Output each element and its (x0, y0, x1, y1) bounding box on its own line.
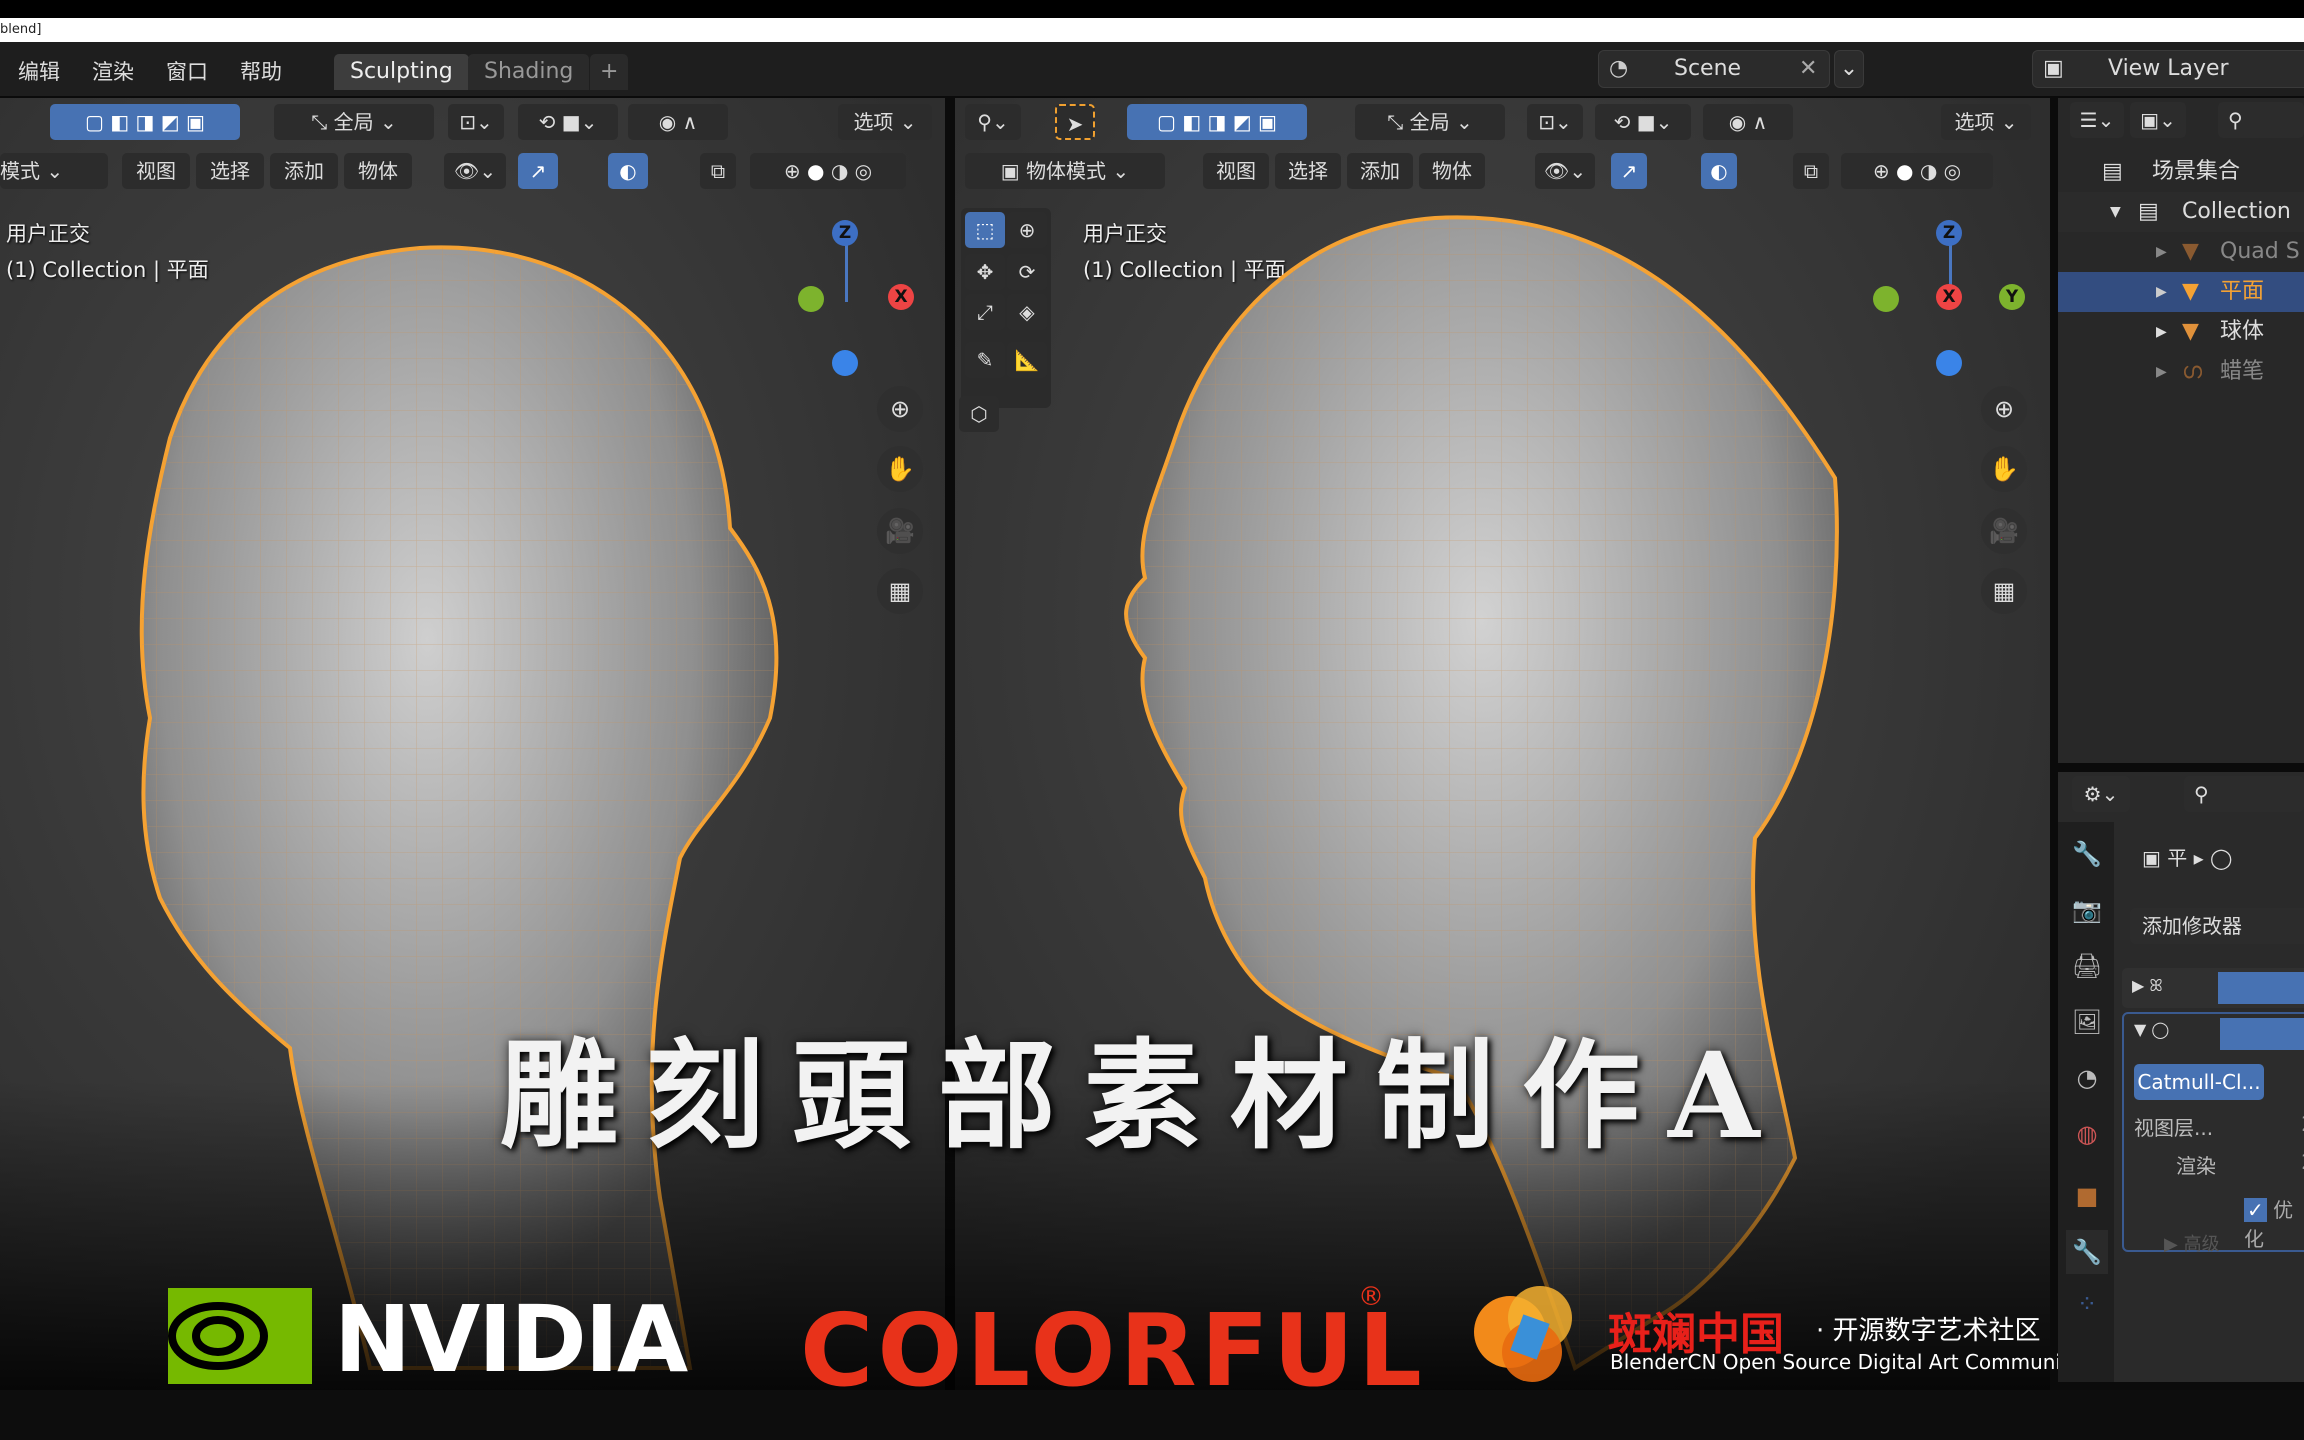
scene-tab-icon[interactable]: ◔ (2066, 1056, 2108, 1100)
outliner-search[interactable]: ⚲ (2218, 102, 2304, 138)
render-tab-icon[interactable]: 📷 (2066, 888, 2108, 932)
blendercn-tagline: · 开源数字艺术社区 (1816, 1316, 2041, 1346)
expand-arrow-icon: ▶ (2156, 364, 2167, 380)
add-workspace-button[interactable]: + (590, 54, 629, 90)
grease-pencil-icon: ഗ (2182, 359, 2203, 384)
scene-selector[interactable]: ◔ Scene ✕ (1598, 50, 1830, 88)
output-tab-icon[interactable]: 🖨 (2066, 944, 2108, 988)
expand-arrow-icon: ▶ (2156, 284, 2167, 300)
tab-sculpting[interactable]: Sculpting (334, 54, 469, 90)
mesh-icon: ▼ (2182, 279, 2199, 304)
expand-arrow-icon: ▶ ꕤ (2132, 976, 2163, 995)
menu-window[interactable]: 窗口 (166, 56, 208, 86)
outliner-item[interactable]: ▶ ഗ 蜡笔 (2058, 352, 2304, 392)
object-tab-icon[interactable]: ■ (2066, 1174, 2108, 1218)
tab-shading[interactable]: Shading (468, 54, 590, 90)
editor-type-dropdown[interactable]: ⚙⌄ (2072, 776, 2130, 812)
properties-search[interactable]: ⚲ (2184, 776, 2304, 812)
expand-arrow-icon: ▶ (2156, 324, 2167, 340)
scene-icon: ◔ (1609, 56, 1629, 81)
collapse-arrow-icon[interactable]: ▼ ◯ (2134, 1020, 2169, 1039)
expand-arrow-icon: ▼ (2110, 204, 2121, 220)
world-tab-icon[interactable]: ◍ (2066, 1112, 2108, 1156)
breadcrumb: ▣ 平 ▸ ◯ (2142, 846, 2233, 870)
expand-arrow-icon: ▶ (2156, 244, 2167, 260)
outliner-item[interactable]: ▶ ▼ Quad S (2058, 232, 2304, 272)
item-label: 平面 (2220, 279, 2265, 304)
window-title-bar: blend] (0, 18, 2304, 42)
mesh-icon: ▼ (2182, 319, 2199, 344)
add-modifier-button[interactable]: 添加修改器 (2130, 908, 2304, 944)
mesh-icon: ▼ (2182, 239, 2199, 264)
item-label: Quad S (2220, 239, 2300, 264)
blendercn-english-name: BlenderCN Open Source Digital Art Commun… (1610, 1350, 2081, 1374)
scene-name: Scene (1674, 56, 1742, 81)
outliner-item[interactable]: ▶ ▼ 球体 (2058, 312, 2304, 352)
collection-label: Collection (2182, 199, 2291, 224)
video-title-overlay: 雕刻頭部素材制作A (500, 1026, 1788, 1165)
colorful-logo-text: COLORFUL (800, 1292, 1426, 1409)
outliner: ☰⌄ ▣⌄ ⚲ ▤ 场景集合 ▼ ▤ Collection ▶ ▼ Quad S ▶ ▼ 平面… (2058, 98, 2304, 763)
scene-collection-label: 场景集合 (2152, 159, 2241, 184)
view-layer-tab-icon[interactable]: 🖼 (2066, 1000, 2108, 1044)
modifier-toggles[interactable] (2218, 972, 2304, 1004)
modifier-toggles[interactable] (2220, 1018, 2304, 1050)
render-levels-label: 渲染 (2176, 1154, 2216, 1178)
nvidia-eye-logo (168, 1288, 312, 1384)
collection-box-icon: ▤ (2138, 199, 2159, 224)
catmull-clark-button[interactable]: Catmull-Cl... (2134, 1064, 2264, 1100)
view-layer-selector[interactable]: ▣ View Layer (2032, 50, 2304, 88)
scene-dropdown[interactable]: ⌄ (1834, 50, 1864, 88)
breadcrumb-object: 平 (2167, 846, 2188, 870)
tool-tab-icon[interactable]: 🔧 (2066, 832, 2108, 876)
display-mode-dropdown[interactable]: ☰⌄ (2070, 102, 2124, 138)
viewport-levels-label: 视图层... (2134, 1116, 2214, 1140)
particles-tab-icon[interactable]: ⁘ (2066, 1282, 2108, 1326)
menu-edit[interactable]: 编辑 (18, 56, 60, 86)
advanced-label: 高级 (2183, 1234, 2220, 1255)
outliner-scene-collection[interactable]: ▤ 场景集合 (2058, 152, 2304, 192)
item-label: 球体 (2220, 319, 2265, 344)
nvidia-logo-text: NVIDIA (334, 1286, 688, 1393)
subdivision-modifier-panel: ▼ ◯ Catmull-Cl... 视图层... 2 渲染 2 ✓ 优化 ▶ 高… (2122, 1012, 2304, 1255)
view-layer-name: View Layer (2108, 56, 2229, 81)
viewport-levels-field[interactable]: 2 (2240, 1106, 2304, 1142)
optimal-display-checkbox[interactable]: ✓ 优化 (2244, 1194, 2304, 1252)
nvidia-eye-icon (168, 1302, 268, 1370)
top-menu-bar: 编辑 渲染 窗口 帮助 Sculpting Shading + ◔ Scene … (0, 42, 2304, 96)
advanced-subpanel[interactable]: ▶ 高级 (2164, 1230, 2220, 1256)
window-title: blend] (0, 22, 42, 37)
render-levels-field[interactable]: 2 (2240, 1144, 2304, 1180)
properties-editor: ⚙⌄ ⚲ 🔧 📷 🖨 🖼 ◔ ◍ ■ 🔧 ⁘ ▣ 平 ▸ ◯ 添加修改器 ▶ ꕤ… (2058, 772, 2304, 1382)
registered-mark: ® (1358, 1282, 1384, 1312)
clear-scene-icon[interactable]: ✕ (1799, 51, 1817, 87)
outliner-collection[interactable]: ▼ ▤ Collection (2058, 192, 2304, 232)
modifier-panel-collapsed[interactable]: ▶ ꕤ (2122, 968, 2304, 1008)
modifier-tab-icon[interactable]: 🔧 (2066, 1230, 2108, 1274)
menu-render[interactable]: 渲染 (92, 56, 134, 86)
blendercn-logo-icon (1474, 1286, 1572, 1382)
outliner-item-selected[interactable]: ▶ ▼ 平面 (2058, 272, 2304, 312)
menu-help[interactable]: 帮助 (240, 56, 282, 86)
collection-box-icon: ▤ (2102, 159, 2123, 184)
screen-top-bar (0, 0, 2304, 18)
view-layer-icon: ▣ (2043, 56, 2064, 81)
properties-tabs: 🔧 📷 🖨 🖼 ◔ ◍ ■ 🔧 ⁘ (2058, 822, 2114, 1382)
filter-dropdown[interactable]: ▣⌄ (2130, 102, 2186, 138)
checkbox-check-icon: ✓ (2244, 1198, 2267, 1222)
item-label: 蜡笔 (2220, 359, 2265, 384)
